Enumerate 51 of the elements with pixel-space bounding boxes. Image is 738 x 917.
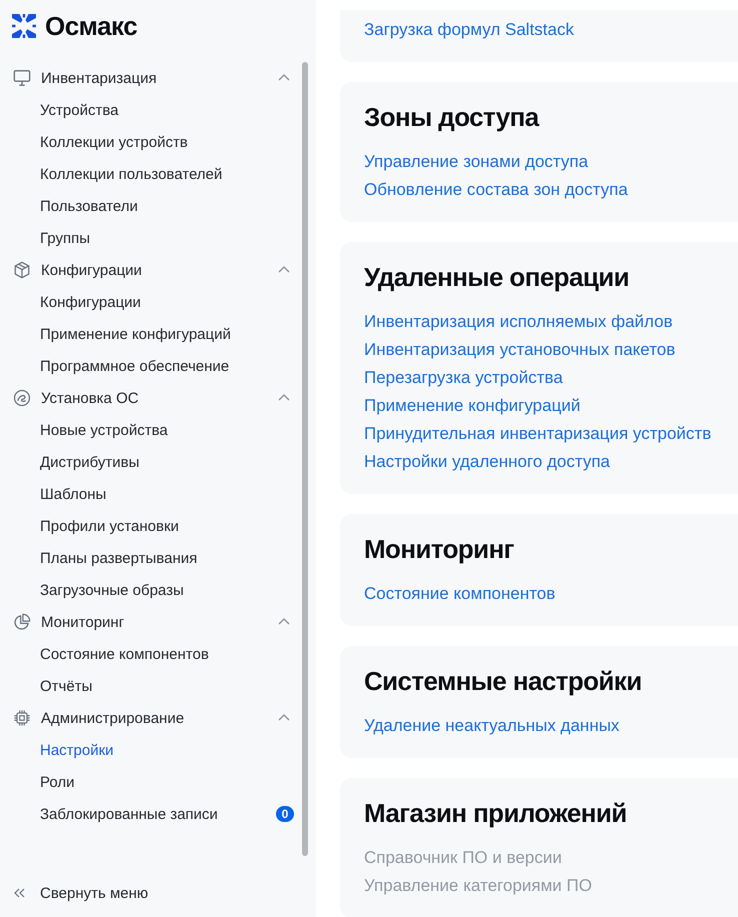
section-title: Удаленные операции <box>364 261 630 294</box>
cube-icon <box>13 261 31 279</box>
nav-group-button[interactable]: Инвентаризация <box>12 62 296 94</box>
nav-item[interactable]: Устройства <box>12 94 296 126</box>
chip-icon <box>13 709 31 727</box>
nav-item[interactable]: Планы развертывания <box>12 542 296 574</box>
nav-item[interactable]: Дистрибутивы <box>12 446 296 478</box>
nav-item[interactable]: Коллекции устройств <box>12 126 296 158</box>
nav-item[interactable]: Профили установки <box>12 510 296 542</box>
section-link[interactable]: Принудительная инвентаризация устройств <box>364 420 712 448</box>
nav-item[interactable]: Роли <box>12 766 296 798</box>
nav-item[interactable]: Состояние компонентов <box>12 638 296 670</box>
section-title: Мониторинг <box>364 533 515 566</box>
nav-group-button[interactable]: Администрирование <box>12 702 296 734</box>
section-link[interactable]: Применение конфигураций <box>364 392 580 420</box>
nav-item[interactable]: Конфигурации <box>12 286 296 318</box>
section-link[interactable]: Настройки удаленного доступа <box>364 448 610 476</box>
nav-group-button[interactable]: Установка ОС <box>12 382 296 414</box>
section-link[interactable]: Инвентаризация исполняемых файлов <box>364 308 673 336</box>
nav-item[interactable]: Применение конфигураций <box>12 318 296 350</box>
nav-item[interactable]: Пользователи <box>12 190 296 222</box>
section-link[interactable]: Инвентаризация установочных пакетов <box>364 336 676 364</box>
logo-text: Осмакс <box>45 10 138 42</box>
logo-icon <box>12 14 36 38</box>
nav-item[interactable]: Заблокированные записи 0 <box>12 798 296 830</box>
section-link[interactable]: Удаление неактуальных данных <box>364 712 620 740</box>
section-link[interactable]: Загрузка формул Saltstack <box>364 16 574 44</box>
nav-group-button[interactable]: Конфигурации <box>12 254 296 286</box>
nav-item[interactable]: Отчёты <box>12 670 296 702</box>
count-badge: 0 <box>276 806 294 822</box>
scrollbar[interactable] <box>302 62 308 856</box>
monitor-icon <box>13 69 31 87</box>
section-title: Зоны доступа <box>364 101 540 134</box>
double-chevron-left-icon <box>14 888 26 898</box>
section-title: Системные настройки <box>364 665 643 698</box>
nav-item[interactable]: Загрузочные образы <box>12 574 296 606</box>
swirl-circle-icon <box>13 389 31 407</box>
nav-group-button[interactable]: Мониторинг <box>12 606 296 638</box>
section-link[interactable]: Обновление состава зон доступа <box>364 176 628 204</box>
nav-item[interactable]: Группы <box>12 222 296 254</box>
collapse-menu-button[interactable]: Свернуть меню <box>14 877 148 909</box>
nav-item[interactable]: Коллекции пользователей <box>12 158 296 190</box>
section-link[interactable]: Состояние компонентов <box>364 580 556 608</box>
nav-item[interactable]: Новые устройства <box>12 414 296 446</box>
section-link[interactable]: Управление зонами доступа <box>364 148 588 176</box>
pie-chart-icon <box>13 613 31 631</box>
section-link[interactable]: Перезагрузка устройства <box>364 364 563 392</box>
nav-item[interactable]: Настройки <box>12 734 296 766</box>
section-title: Магазин приложений <box>364 797 628 830</box>
nav-item[interactable]: Шаблоны <box>12 478 296 510</box>
nav-item[interactable]: Программное обеспечение <box>12 350 296 382</box>
